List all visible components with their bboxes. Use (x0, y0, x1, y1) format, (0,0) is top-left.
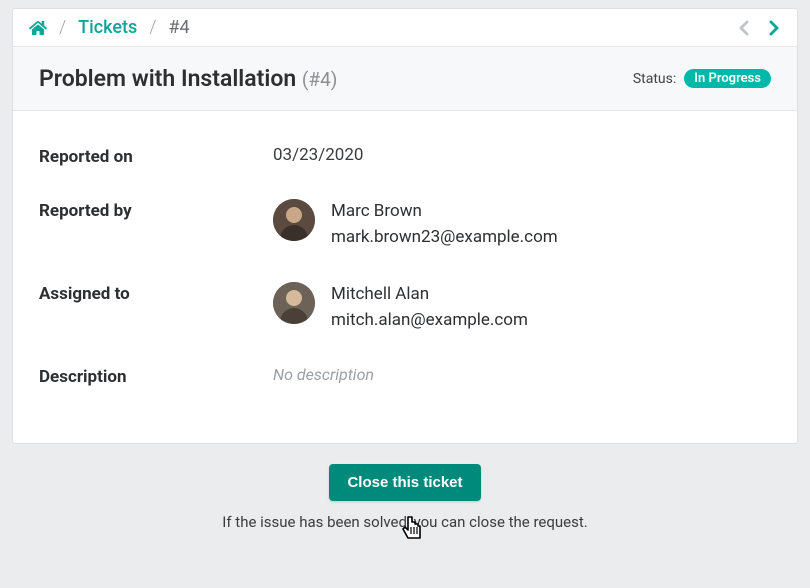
close-ticket-button[interactable]: Close this ticket (329, 464, 480, 501)
reported-by-email: mark.brown23@example.com (331, 225, 558, 251)
title-bar: Problem with Installation (#4) Status: I… (13, 46, 797, 111)
status-label: Status: (633, 71, 676, 87)
row-description: Description No description (39, 349, 771, 403)
breadcrumb-bar: / Tickets / #4 (13, 9, 797, 46)
page-title: Problem with Installation (#4) (39, 65, 337, 92)
reported-by-person: Marc Brown mark.brown23@example.com (331, 199, 558, 250)
footer-note: If the issue has been solved, you can cl… (0, 513, 810, 531)
prev-record-button[interactable] (737, 19, 751, 37)
breadcrumb-tickets-link[interactable]: Tickets (78, 17, 137, 38)
description-text: No description (273, 365, 374, 384)
row-reported-by: Reported by Marc Brown mark.brown23@exam… (39, 183, 771, 266)
breadcrumb-current: #4 (168, 17, 189, 38)
reported-by-name: Marc Brown (331, 199, 558, 225)
breadcrumb: / Tickets / #4 (29, 17, 190, 38)
status-badge: In Progress (684, 69, 771, 88)
ticket-card: / Tickets / #4 Problem with Installation… (12, 8, 798, 444)
reported-by-value: Marc Brown mark.brown23@example.com (273, 199, 558, 250)
reported-on-date: 03/23/2020 (273, 145, 363, 165)
record-nav (737, 19, 781, 37)
assigned-to-label: Assigned to (39, 282, 273, 304)
avatar (273, 199, 315, 241)
reported-by-label: Reported by (39, 199, 273, 221)
row-reported-on: Reported on 03/23/2020 (39, 129, 771, 183)
reported-on-label: Reported on (39, 145, 273, 167)
home-icon[interactable] (29, 20, 47, 36)
assigned-to-email: mitch.alan@example.com (331, 308, 528, 334)
status-wrap: Status: In Progress (633, 69, 771, 88)
reported-on-value: 03/23/2020 (273, 145, 363, 165)
next-record-button[interactable] (767, 19, 781, 37)
footer: Close this ticket If the issue has been … (0, 444, 810, 561)
assigned-to-person: Mitchell Alan mitch.alan@example.com (331, 282, 528, 333)
breadcrumb-separator: / (59, 17, 66, 38)
description-label: Description (39, 365, 273, 387)
avatar (273, 282, 315, 324)
row-assigned-to: Assigned to Mitchell Alan mitch.alan@exa… (39, 266, 771, 349)
ticket-title-text: Problem with Installation (39, 65, 296, 92)
assigned-to-value: Mitchell Alan mitch.alan@example.com (273, 282, 528, 333)
assigned-to-name: Mitchell Alan (331, 282, 528, 308)
breadcrumb-separator: / (149, 17, 156, 38)
ticket-reference: (#4) (302, 68, 338, 91)
ticket-body: Reported on 03/23/2020 Reported by Marc … (13, 111, 797, 443)
description-value: No description (273, 365, 374, 384)
